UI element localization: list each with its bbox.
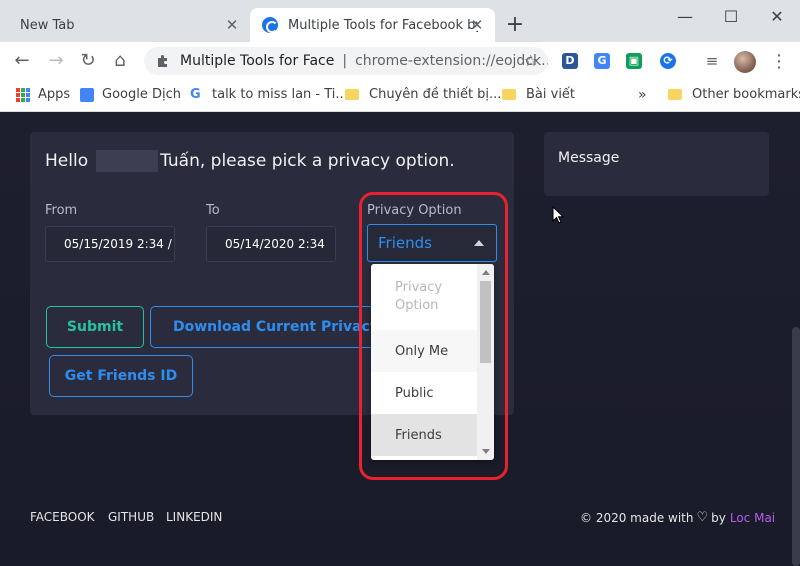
extension-favicon-icon	[262, 17, 278, 33]
apps-grid-icon	[16, 87, 30, 102]
from-label: From	[45, 203, 78, 218]
reload-icon[interactable]: ↻	[76, 50, 100, 72]
back-arrow-icon[interactable]: ←	[10, 50, 34, 72]
mouse-cursor-icon	[552, 206, 564, 224]
credit-prefix: © 2020 made with	[580, 510, 694, 525]
bookmarks-bar: Apps Google Dịch G talk to miss lan - Ti…	[0, 80, 800, 112]
tab-multiple-tools[interactable]: Multiple Tools for Facebook by Lo ✕	[250, 8, 495, 42]
bookmark-label: Other bookmarks	[692, 87, 800, 102]
tab-strip: New Tab ✕ Multiple Tools for Facebook by…	[0, 0, 800, 42]
media-control-icon[interactable]: ≡	[700, 50, 724, 72]
google-g-icon: G	[190, 86, 201, 102]
forward-arrow-icon[interactable]: →	[44, 50, 68, 72]
heart-icon: ♡	[696, 510, 709, 525]
bookmark-label: Chuyên đề thiết bị...	[369, 87, 502, 102]
address-bar[interactable]: Multiple Tools for Face | chrome-extensi…	[144, 47, 548, 75]
footer-credit: © 2020 made with ♡ by Loc Mai	[580, 510, 775, 525]
bookmark-label: Bài viết	[526, 87, 576, 102]
url-text: chrome-extension://eojdck...	[355, 53, 548, 69]
bookmark-label: Google Dịch	[102, 87, 181, 102]
page-scrollbar[interactable]	[792, 327, 800, 566]
get-friends-id-button[interactable]: Get Friends ID	[49, 355, 193, 397]
bookmark-apps[interactable]: Apps	[16, 87, 70, 102]
extension-translate-icon[interactable]: G	[594, 53, 610, 69]
folder-icon	[502, 89, 516, 100]
footer-link-linkedin[interactable]: LINKEDIN	[166, 510, 222, 524]
site-name: Multiple Tools for Face	[180, 53, 335, 69]
folder-icon	[668, 89, 682, 100]
profile-avatar[interactable]	[734, 51, 756, 73]
google-translate-icon	[80, 87, 94, 102]
tab-new-tab[interactable]: New Tab ✕	[0, 8, 250, 42]
tab-label: New Tab	[20, 17, 75, 33]
greeting-text: Hello Tuấn, please pick a privacy option…	[45, 150, 455, 172]
message-title: Message	[558, 150, 620, 166]
extension-tools-icon[interactable]: ⟳	[660, 53, 676, 69]
folder-icon	[345, 89, 359, 100]
download-current-privacy-button[interactable]: Download Current Privacy	[150, 306, 380, 348]
bookmark-talk-to-miss-lan[interactable]: G talk to miss lan - Ti...	[190, 87, 348, 102]
new-tab-button[interactable]: +	[504, 14, 526, 36]
message-panel: Message	[544, 132, 769, 196]
browser-toolbar: ← → ↻ ⌂ Multiple Tools for Face | chrome…	[0, 42, 800, 80]
footer-link-facebook[interactable]: FACEBOOK	[30, 510, 95, 524]
close-tab-icon[interactable]: ✕	[469, 17, 485, 33]
bookmark-chuyen-de[interactable]: Chuyên đề thiết bị...	[345, 87, 501, 102]
bookmark-label: Apps	[38, 87, 71, 102]
greeting-suffix: Tuấn, please pick a privacy option.	[160, 151, 455, 171]
bookmarks-overflow-button[interactable]: »	[638, 87, 647, 103]
maximize-button[interactable]: ☐	[708, 6, 754, 28]
submit-button[interactable]: Submit	[46, 306, 144, 348]
minimize-button[interactable]: —	[662, 6, 708, 28]
bookmark-other[interactable]: Other bookmarks	[668, 87, 800, 102]
tab-label: Multiple Tools for Facebook by Lo	[288, 17, 478, 33]
credit-by: by	[711, 510, 726, 525]
extension-page: Hello Tuấn, please pick a privacy option…	[0, 112, 800, 566]
menu-dots-icon[interactable]: ⋮	[770, 51, 788, 72]
close-window-button[interactable]: ✕	[754, 6, 800, 28]
extension-d-icon[interactable]: D	[562, 53, 578, 69]
bookmark-bai-viet[interactable]: Bài viết	[502, 87, 575, 102]
footer-link-github[interactable]: GITHUB	[108, 510, 154, 524]
to-date-input[interactable]: 05/14/2020 2:34	[206, 226, 336, 262]
author-link[interactable]: Loc Mai	[730, 511, 775, 525]
to-label: To	[206, 203, 220, 218]
extension-classroom-icon[interactable]: ▣	[626, 53, 642, 69]
bookmark-star-icon[interactable]: ☆	[524, 51, 538, 70]
red-highlight-annotation	[359, 192, 508, 480]
redacted-name	[96, 150, 159, 172]
omnibox-separator: |	[342, 53, 348, 69]
close-tab-icon[interactable]: ✕	[224, 17, 240, 33]
home-icon[interactable]: ⌂	[108, 50, 132, 72]
bookmark-google-dich[interactable]: Google Dịch	[80, 87, 181, 102]
from-date-input[interactable]: 05/15/2019 2:34 /	[45, 226, 175, 262]
greeting-prefix: Hello	[45, 151, 89, 171]
bookmark-label: talk to miss lan - Ti...	[212, 87, 348, 102]
puzzle-icon	[158, 55, 167, 67]
